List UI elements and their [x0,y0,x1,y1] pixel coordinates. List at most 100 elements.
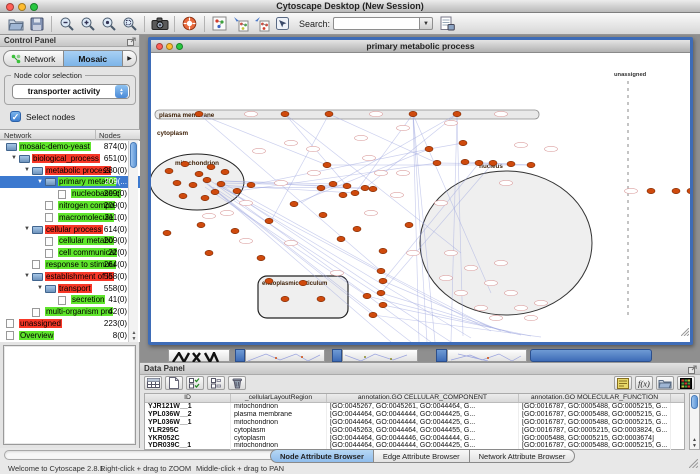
graph-node[interactable] [197,222,205,227]
graph-node[interactable] [257,255,265,260]
background-window-edge[interactable] [436,349,447,362]
graph-node[interactable] [433,160,441,165]
graph-node[interactable] [363,293,371,298]
background-window[interactable] [245,349,325,362]
delete-attribute-icon[interactable] [228,376,246,390]
unselect-attributes-icon[interactable] [207,376,225,390]
graph-node[interactable] [195,171,203,176]
graph-node[interactable] [179,193,187,198]
tree-row[interactable]: cell communicat22(0) [0,247,140,259]
graph-node[interactable] [163,230,171,235]
graph-node[interactable] [337,236,345,241]
graph-node[interactable] [201,195,209,200]
new-attribute-icon[interactable] [165,376,183,390]
float-panel-icon[interactable] [127,37,136,48]
vizmapper-icon[interactable] [272,15,293,33]
tree-scrollbar[interactable]: ▲▼ [128,141,138,342]
save-session-icon[interactable] [26,15,47,33]
table-row[interactable]: YPL036W__1mitochondrion[GO:0044464, GO:0… [145,419,684,427]
graph-node[interactable] [379,248,387,253]
expand-arrow-icon[interactable]: ▼ [37,285,43,291]
node-attribute-table[interactable]: ID_cellularLayoutRegionannotation.GO CEL… [144,393,685,450]
tree-row[interactable]: mosaic-demo-yeast874(0) [0,141,140,153]
tree-scrollbar-thumb[interactable] [130,142,137,168]
network-graph[interactable]: plasma membranecytoplasmmitochondrionnuc… [151,53,690,342]
graph-node[interactable] [527,162,535,167]
tab-overflow-arrow-icon[interactable]: ▶ [123,50,137,67]
network-view-window[interactable]: primary metabolic process plasma membran… [148,37,693,345]
tree-row[interactable]: multi-organism pro42(0) [0,306,140,318]
tree-row[interactable]: secretion41(0) [0,294,140,306]
expand-arrow-icon[interactable]: ▼ [24,226,30,232]
graph-node[interactable] [265,218,273,223]
annotation-import-icon[interactable] [230,15,251,33]
table-row[interactable]: YKR052Ccytoplasm[GO:0044464, GO:0044446,… [145,435,684,443]
graph-node[interactable] [459,140,467,145]
zoom-selected-icon[interactable] [98,15,119,33]
graph-node[interactable] [343,183,351,188]
graph-node[interactable] [189,182,197,187]
graph-node[interactable] [325,111,333,116]
expand-arrow-icon[interactable]: ▼ [37,179,43,185]
tree-row[interactable]: ▼biological_process651(0) [0,153,140,165]
window-resize-grip[interactable] [681,323,689,341]
tree-row[interactable]: response to stimulu264(0) [0,259,140,271]
tree-row[interactable]: Overview8(0) [0,330,140,342]
tree-row[interactable]: ▼metabolic process280(0) [0,165,140,177]
node-color-combobox[interactable]: transporter activity ▲▼ [12,84,130,99]
tree-row[interactable]: unassigned223(0) [0,318,140,330]
tab-mosaic[interactable]: Mosaic [64,50,124,67]
graph-node[interactable] [317,185,325,190]
graph-node[interactable] [317,296,325,301]
zoom-out-icon[interactable] [56,15,77,33]
network-window-titlebar[interactable]: primary metabolic process [151,40,690,53]
graph-node[interactable] [329,181,337,186]
graph-node[interactable] [361,185,369,190]
graph-node[interactable] [290,201,298,206]
graph-node[interactable] [231,228,239,233]
tab-network[interactable]: Network [3,50,64,67]
tree-scrollbar-arrows[interactable]: ▲▼ [129,330,139,342]
graph-node[interactable] [507,161,515,166]
graph-node[interactable] [475,160,483,165]
graph-node[interactable] [339,192,347,197]
search-dropdown-icon[interactable]: ▼ [419,17,433,30]
column-header[interactable]: annotation.GO MOLECULAR_FUNCTION [519,394,671,402]
zoom-in-icon[interactable] [77,15,98,33]
snapshot-icon[interactable] [149,15,170,33]
graph-node[interactable] [195,111,203,116]
tree-row[interactable]: ▼establishment of lo558(0) [0,271,140,283]
tree-row[interactable]: ▼primary metabo209(... [0,176,140,188]
table-scrollbar-arrows[interactable]: ▲▼ [690,437,699,449]
graph-node[interactable] [217,181,225,186]
graph-node[interactable] [323,162,331,167]
tab-edge-attribute-browser[interactable]: Edge Attribute Browser [374,449,470,463]
column-header[interactable]: _cellularLayoutRegion [231,394,327,402]
annotation-export-icon[interactable] [251,15,272,33]
graph-node[interactable] [687,188,690,193]
expand-arrow-icon[interactable]: ▼ [24,273,30,279]
background-window-edge[interactable] [332,349,342,362]
column-header[interactable]: ID [145,394,231,402]
search-input[interactable] [333,17,419,30]
tree-column-network[interactable]: Network [4,131,32,140]
background-window[interactable] [447,349,527,362]
float-panel-icon[interactable] [688,365,697,376]
graph-node[interactable] [207,164,215,169]
table-scrollbar[interactable]: ▲▼ [689,393,700,450]
function-builder-icon[interactable]: f(x) [635,376,653,390]
graph-node[interactable] [165,168,173,173]
tree-row[interactable]: cellular metabo209(0) [0,235,140,247]
background-window-edge[interactable] [235,349,245,362]
graph-node[interactable] [379,302,387,307]
table-row[interactable]: YJR121W__1mitochondrion[GO:0045267, GO:0… [145,403,684,411]
graph-node[interactable] [353,226,361,231]
graph-node[interactable] [203,177,211,182]
app-resize-grip[interactable] [689,455,698,473]
graph-node[interactable] [425,146,433,151]
annotation-notes-icon[interactable] [614,376,632,390]
graph-node[interactable] [319,212,327,217]
graph-node[interactable] [265,278,273,283]
graph-node[interactable] [672,188,680,193]
attribute-table-icon[interactable] [144,376,162,390]
